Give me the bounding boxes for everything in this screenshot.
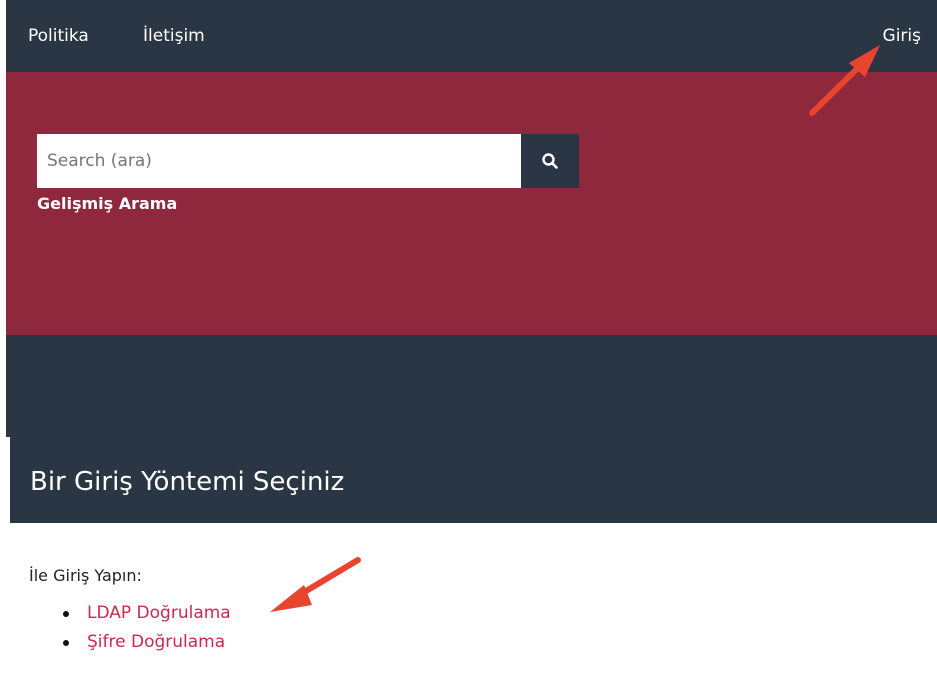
nav-link-iletisim[interactable]: İletişim: [143, 26, 205, 46]
hero-banner: Gelişmiş Arama: [6, 72, 937, 335]
list-item: LDAP Doğrulama: [63, 599, 231, 628]
advanced-search-link[interactable]: Gelişmiş Arama: [37, 194, 177, 213]
top-navigation: Politika İletişim Giriş: [6, 0, 937, 72]
ldap-login-link[interactable]: LDAP Doğrulama: [87, 603, 231, 623]
page-title: Bir Giriş Yöntemi Seçiniz: [30, 467, 345, 497]
page: Politika İletişim Giriş Gelişmiş Arama B…: [0, 0, 937, 696]
login-method-list: LDAP Doğrulama Şifre Doğrulama: [29, 599, 231, 657]
nav-link-politika[interactable]: Politika: [28, 26, 89, 46]
search-input[interactable]: [37, 134, 521, 188]
page-title-bar: Bir Giriş Yöntemi Seçiniz: [10, 437, 937, 523]
search-button[interactable]: [521, 134, 579, 188]
dark-band: [6, 335, 937, 437]
login-intro-text: İle Giriş Yapın:: [29, 566, 142, 585]
nav-link-giris[interactable]: Giriş: [883, 26, 921, 46]
search-box: [37, 134, 579, 188]
search-icon: [542, 153, 558, 169]
annotation-arrow-icon: [270, 557, 361, 612]
list-item: Şifre Doğrulama: [63, 628, 231, 657]
login-content: İle Giriş Yapın: LDAP Doğrulama Şifre Do…: [29, 566, 231, 657]
password-login-link[interactable]: Şifre Doğrulama: [87, 632, 225, 652]
